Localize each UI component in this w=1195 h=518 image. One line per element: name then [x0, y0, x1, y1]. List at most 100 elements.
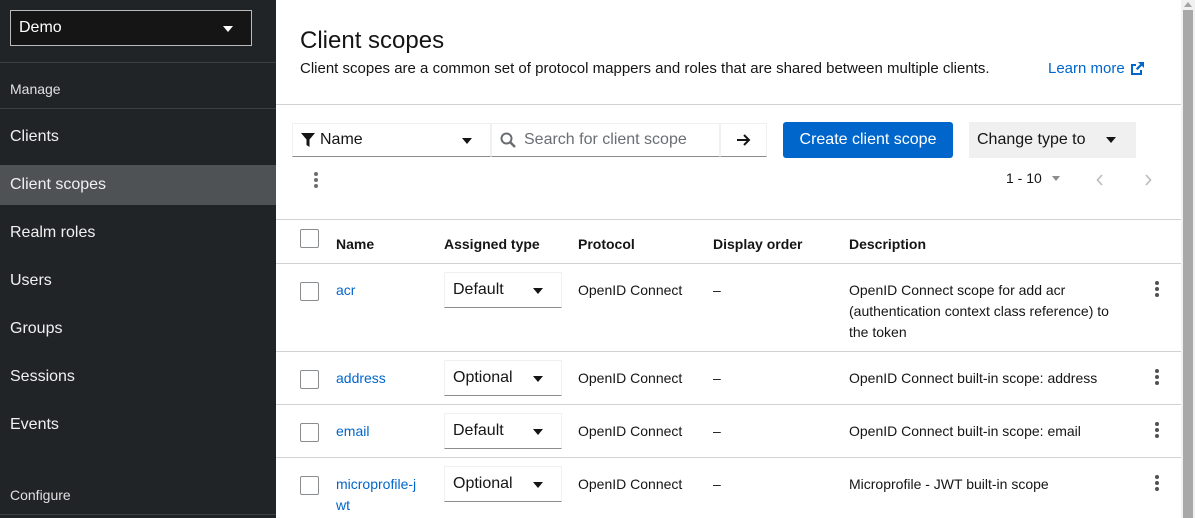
assigned-type-select[interactable]: Default — [444, 272, 562, 308]
caret-down-icon — [1051, 175, 1060, 181]
caret-down-icon — [223, 26, 233, 32]
display-order-cell: – — [713, 282, 721, 298]
client-scope-link[interactable]: microprofile-jwt — [336, 474, 421, 516]
sidebar-item-label: Clients — [10, 128, 59, 145]
pagination-range-toggle[interactable]: 1 - 10 — [1006, 170, 1060, 186]
display-order-cell: – — [713, 476, 721, 492]
display-order-cell: – — [713, 423, 721, 439]
table-header-divider — [276, 263, 1181, 264]
chevron-left-icon — [1096, 174, 1103, 186]
sidebar-section-manage: Manage — [10, 81, 61, 97]
assigned-type-select[interactable]: Optional — [444, 360, 562, 396]
row-divider — [276, 457, 1181, 458]
row-kebab-menu[interactable] — [1152, 474, 1162, 492]
main-content: Client scopes Client scopes are a common… — [276, 0, 1181, 518]
pagination-range: 1 - 10 — [1006, 170, 1042, 186]
learn-more-link[interactable]: Learn more — [1048, 60, 1145, 77]
row-checkbox[interactable] — [300, 476, 319, 495]
chevron-right-icon — [1145, 174, 1152, 186]
learn-more-label: Learn more — [1048, 60, 1125, 77]
select-all-checkbox[interactable] — [300, 229, 319, 248]
description-cell: OpenID Connect scope for add acr (authen… — [849, 282, 1109, 340]
change-type-label: Change type to — [977, 131, 1086, 148]
sidebar-divider — [0, 62, 276, 63]
search-input[interactable] — [524, 131, 714, 149]
sidebar-item-label: Realm roles — [10, 224, 96, 241]
protocol-cell: OpenID Connect — [578, 476, 683, 492]
sidebar-item-label: Events — [10, 416, 59, 433]
sidebar-item-label: Client scopes — [10, 176, 107, 193]
sidebar-item-clients[interactable]: Clients — [0, 117, 276, 157]
scroll-up-arrow-icon[interactable] — [1184, 2, 1192, 7]
sidebar-item-label: Users — [10, 272, 52, 289]
sidebar-item-label: Sessions — [10, 368, 75, 385]
sidebar-section-configure: Configure — [10, 487, 71, 503]
sidebar-item-realm-roles[interactable]: Realm roles — [0, 213, 276, 253]
next-page-button[interactable] — [1140, 170, 1156, 190]
page-description: Client scopes are a common set of protoc… — [300, 60, 990, 77]
caret-down-icon — [462, 138, 472, 144]
row-kebab-menu[interactable] — [1152, 421, 1162, 439]
sidebar-item-users[interactable]: Users — [0, 261, 276, 301]
column-header-display-order: Display order — [713, 236, 803, 252]
caret-down-icon — [533, 288, 543, 294]
display-order-cell: – — [713, 370, 721, 386]
scrollbar-thumb[interactable] — [1183, 10, 1193, 518]
column-header-assigned-type: Assigned type — [444, 236, 540, 252]
realm-selector[interactable]: Demo — [10, 10, 252, 46]
row-checkbox[interactable] — [300, 370, 319, 389]
caret-down-icon — [1106, 137, 1116, 143]
row-checkbox[interactable] — [300, 423, 319, 442]
page-title: Client scopes — [300, 27, 445, 54]
change-type-dropdown[interactable]: Change type to — [969, 122, 1136, 158]
description-cell: OpenID Connect built-in scope: address — [849, 370, 1098, 386]
search-icon — [500, 132, 516, 148]
row-kebab-menu[interactable] — [1152, 368, 1162, 386]
header-divider — [276, 104, 1181, 105]
assigned-type-value: Optional — [453, 475, 513, 492]
table-top-divider — [276, 219, 1181, 220]
search-submit-button[interactable] — [720, 123, 767, 157]
client-scope-link[interactable]: email — [336, 421, 426, 442]
row-checkbox[interactable] — [300, 282, 319, 301]
protocol-cell: OpenID Connect — [578, 370, 683, 386]
filter-attribute-select[interactable]: Name — [292, 123, 491, 157]
description-cell: Microprofile - JWT built-in scope — [849, 476, 1049, 492]
filter-icon — [301, 133, 315, 147]
assigned-type-value: Default — [453, 422, 504, 439]
external-link-icon — [1130, 61, 1144, 75]
sidebar: Demo Manage Clients Client scopes Realm … — [0, 0, 276, 518]
filter-attribute-value: Name — [320, 131, 363, 148]
row-kebab-menu[interactable] — [1152, 280, 1162, 298]
sidebar-item-label: Groups — [10, 320, 63, 337]
column-header-name[interactable]: Name — [336, 236, 374, 252]
toolbar-kebab-menu[interactable] — [308, 170, 324, 190]
previous-page-button[interactable] — [1092, 170, 1108, 190]
column-header-description: Description — [849, 236, 927, 252]
sidebar-item-sessions[interactable]: Sessions — [0, 357, 276, 397]
assigned-type-select[interactable]: Default — [444, 413, 562, 449]
realm-selector-value: Demo — [19, 19, 62, 36]
vertical-scrollbar[interactable] — [1181, 0, 1195, 518]
protocol-cell: OpenID Connect — [578, 423, 683, 439]
assigned-type-value: Optional — [453, 369, 513, 386]
sidebar-item-events[interactable]: Events — [0, 405, 276, 445]
sidebar-item-client-scopes[interactable]: Client scopes — [0, 165, 276, 205]
sidebar-divider — [0, 514, 276, 515]
search-field — [491, 123, 720, 157]
arrow-right-icon — [736, 134, 750, 146]
assigned-type-select[interactable]: Optional — [444, 466, 562, 502]
caret-down-icon — [533, 482, 543, 488]
column-header-protocol: Protocol — [578, 236, 635, 252]
row-divider — [276, 351, 1181, 352]
client-scope-link[interactable]: acr — [336, 280, 426, 301]
caret-down-icon — [533, 429, 543, 435]
protocol-cell: OpenID Connect — [578, 282, 683, 298]
create-client-scope-button[interactable]: Create client scope — [783, 122, 953, 158]
client-scope-link[interactable]: address — [336, 368, 426, 389]
description-cell: OpenID Connect built-in scope: email — [849, 423, 1081, 439]
row-divider — [276, 404, 1181, 405]
sidebar-item-groups[interactable]: Groups — [0, 309, 276, 349]
assigned-type-value: Default — [453, 281, 504, 298]
caret-down-icon — [533, 376, 543, 382]
